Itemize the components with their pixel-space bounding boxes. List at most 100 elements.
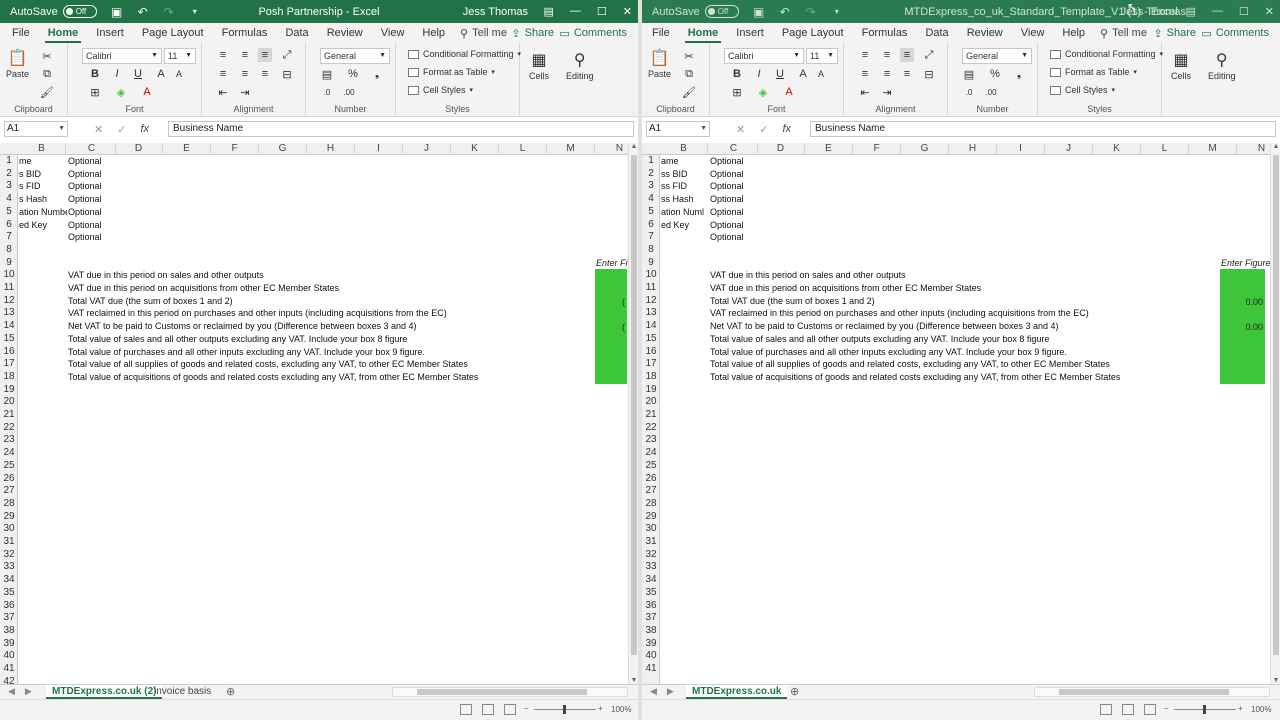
- conditional-formatting-button[interactable]: Conditional Formatting ▾: [1050, 49, 1163, 59]
- row-header[interactable]: 30: [642, 523, 660, 536]
- cell-optional[interactable]: Optional: [68, 180, 102, 193]
- row-header[interactable]: 23: [642, 434, 660, 447]
- tab-file[interactable]: File: [642, 23, 679, 43]
- row-header[interactable]: 18: [0, 371, 18, 384]
- row-header[interactable]: 20: [0, 396, 18, 409]
- comments-button[interactable]: ▭ Comments: [1196, 25, 1274, 42]
- row-header[interactable]: 20: [642, 396, 660, 409]
- sheet-tab-mtdexpress[interactable]: MTDExpress.co.uk: [686, 685, 788, 699]
- row-header[interactable]: 38: [0, 625, 18, 638]
- zoom-out-icon[interactable]: −: [524, 704, 529, 713]
- row-header[interactable]: 38: [642, 625, 660, 638]
- merge-icon[interactable]: ⊟: [280, 67, 294, 81]
- font-color-icon[interactable]: A: [782, 85, 796, 99]
- cell-optional[interactable]: Optional: [68, 155, 102, 168]
- row-header[interactable]: 1: [642, 155, 660, 168]
- tab-view[interactable]: View: [372, 23, 414, 43]
- cell-styles-button[interactable]: Cell Styles ▾: [408, 85, 473, 95]
- customize-qat-icon[interactable]: ▾: [189, 6, 201, 18]
- row-header[interactable]: 22: [0, 422, 18, 435]
- next-sheet-icon[interactable]: ▶: [667, 686, 674, 697]
- comma-icon[interactable]: ❟: [1012, 67, 1026, 81]
- cell-field-label[interactable]: ation Numbe: [19, 206, 67, 219]
- format-as-table-button[interactable]: Format as Table ▾: [1050, 67, 1137, 77]
- autosave-toggle[interactable]: Off: [704, 5, 739, 18]
- cell-optional[interactable]: Optional: [710, 180, 744, 193]
- row-header[interactable]: 39: [642, 638, 660, 651]
- cell-field-label[interactable]: me: [19, 155, 67, 168]
- row-header[interactable]: 26: [642, 473, 660, 486]
- row-header[interactable]: 27: [642, 485, 660, 498]
- column-header[interactable]: H: [949, 143, 997, 155]
- vat-box-description[interactable]: Total value of all supplies of goods and…: [68, 358, 468, 371]
- minimize-icon[interactable]: —: [570, 5, 581, 18]
- bold-icon[interactable]: B: [88, 67, 102, 81]
- sheet-tab-mtdexpress-2[interactable]: MTDExpress.co.uk (2): [46, 685, 163, 699]
- percent-icon[interactable]: %: [346, 67, 360, 81]
- row-header[interactable]: 32: [642, 549, 660, 562]
- customize-qat-icon[interactable]: ▾: [831, 6, 843, 18]
- tab-page-layout[interactable]: Page Layout: [133, 23, 213, 43]
- vat-box-description[interactable]: VAT due in this period on sales and othe…: [710, 269, 906, 282]
- cell-area[interactable]: ame ss BID ss FID ss Hash ation Numl ed Key Op…: [660, 155, 1270, 684]
- orientation-icon[interactable]: ⤢: [922, 48, 936, 62]
- column-header[interactable]: K: [1093, 143, 1141, 155]
- vat-box-description[interactable]: Total value of all supplies of goods and…: [710, 358, 1110, 371]
- vat-box-description[interactable]: Net VAT to be paid to Customs or reclaim…: [68, 320, 417, 333]
- row-header[interactable]: 14: [642, 320, 660, 333]
- spreadsheet-grid[interactable]: BCDEFGHIJKLMN 1 2 3 4 5 6 7 8 9 10 11 12 13 14 15 16 17 1…: [0, 143, 628, 684]
- column-header[interactable]: E: [163, 143, 211, 155]
- zoom-level[interactable]: 100%: [611, 705, 631, 714]
- editing-button[interactable]: ⚲ Editing: [1208, 49, 1236, 81]
- font-color-icon[interactable]: A: [140, 85, 154, 99]
- scroll-up-icon[interactable]: ▲: [629, 143, 638, 150]
- scroll-down-icon[interactable]: ▼: [629, 677, 638, 684]
- fill-color-icon[interactable]: ◈: [114, 85, 128, 99]
- align-left-icon[interactable]: ≡: [858, 67, 872, 81]
- paste-button[interactable]: 📋 Paste: [648, 47, 671, 79]
- merge-icon[interactable]: ⊟: [922, 67, 936, 81]
- decrease-font-icon[interactable]: A: [814, 67, 828, 81]
- row-header[interactable]: 31: [0, 536, 18, 549]
- row-header[interactable]: 33: [642, 561, 660, 574]
- undo-icon[interactable]: ↶: [779, 6, 791, 18]
- vat-box-description[interactable]: Total value of purchases and all other i…: [710, 346, 1067, 359]
- underline-icon[interactable]: U: [773, 67, 787, 81]
- row-header[interactable]: 40: [0, 650, 18, 663]
- tab-insert[interactable]: Insert: [727, 23, 773, 43]
- zoom-knob[interactable]: [1203, 705, 1206, 714]
- vat-box-description[interactable]: Total VAT due (the sum of boxes 1 and 2): [710, 295, 875, 308]
- vat-box-description[interactable]: Net VAT to be paid to Customs or reclaim…: [710, 320, 1059, 333]
- row-header[interactable]: 6: [0, 219, 18, 232]
- currency-icon[interactable]: ▤: [320, 67, 334, 81]
- row-header[interactable]: 22: [642, 422, 660, 435]
- increase-decimal-icon[interactable]: .0: [962, 85, 976, 99]
- row-header[interactable]: 27: [0, 485, 18, 498]
- row-header[interactable]: 7: [0, 231, 18, 244]
- font-name-select[interactable]: Calibri ▼: [724, 48, 804, 64]
- row-header[interactable]: 41: [0, 663, 18, 676]
- tab-home[interactable]: Home: [679, 23, 728, 43]
- cancel-icon[interactable]: ✕: [94, 123, 103, 136]
- row-header[interactable]: 37: [642, 612, 660, 625]
- row-header[interactable]: 3: [642, 180, 660, 193]
- cell-area[interactable]: me s BID s FID s Hash ation Numbe ed Key Optio…: [18, 155, 628, 684]
- vat-box-description[interactable]: VAT due in this period on acquisitions f…: [710, 282, 981, 295]
- tab-data[interactable]: Data: [916, 23, 957, 43]
- vat-box-description[interactable]: Total value of purchases and all other i…: [68, 346, 425, 359]
- vat-value[interactable]: 0.00: [1226, 297, 1263, 307]
- zoom-knob[interactable]: [563, 705, 566, 714]
- row-header[interactable]: 12: [642, 295, 660, 308]
- scroll-down-icon[interactable]: ▼: [1271, 677, 1280, 684]
- row-header[interactable]: 40: [642, 650, 660, 663]
- scroll-thumb[interactable]: [631, 155, 637, 655]
- column-header[interactable]: E: [805, 143, 853, 155]
- row-header[interactable]: 10: [642, 269, 660, 282]
- column-header[interactable]: C: [710, 143, 758, 155]
- undo-icon[interactable]: ↶: [137, 6, 149, 18]
- user-name[interactable]: Jess Thomas: [463, 6, 528, 18]
- borders-icon[interactable]: ⊞: [88, 85, 102, 99]
- normal-view-icon[interactable]: [1100, 704, 1112, 715]
- currency-icon[interactable]: ▤: [962, 67, 976, 81]
- vat-box-description[interactable]: VAT reclaimed in this period on purchase…: [68, 307, 447, 320]
